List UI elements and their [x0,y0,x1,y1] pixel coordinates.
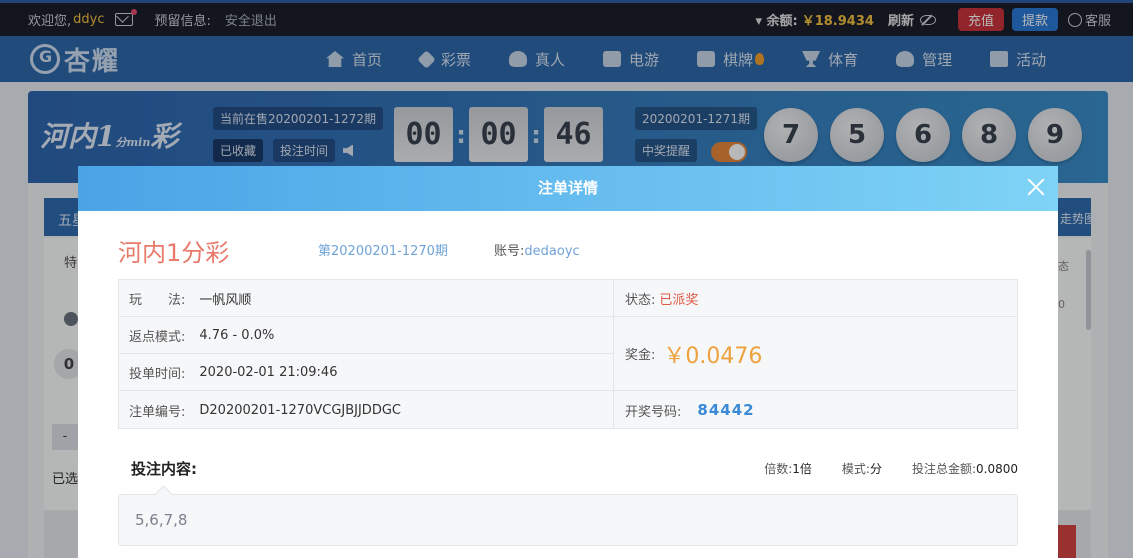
prize-value: ￥0.0476 [663,343,763,369]
time-label: 投单时间: [129,366,186,382]
bet-meta: 倍数:1倍 模式:分 投注总金额:0.0800 [734,460,1018,477]
prize-row: 奖金: ￥0.0476 [625,317,762,390]
bet-content-box: 5,6,7,8 [118,494,1018,546]
bet-content-label: 投注内容: [131,460,197,478]
play-row: 玩 法: 一帆风顺 [129,280,251,316]
multiple-value: 1倍 [792,462,812,476]
draw-value: 84442 [697,401,755,419]
draw-label: 开奖号码: [625,404,682,420]
order-value[interactable]: D20200201-1270VCGJBJJDDGC [199,403,401,418]
total-value: 0.0800 [976,462,1018,476]
order-row: 注单编号: D20200201-1270VCGJBJJDDGC [129,391,401,429]
play-value: 一帆风顺 [199,292,252,308]
account-value: dedaoyc [524,244,580,259]
draw-row: 开奖号码: 84442 [625,391,755,429]
game-name: 河内1分彩 [118,239,230,267]
prize-label: 奖金: [625,348,656,363]
modal-header: 注单详情 [78,166,1058,211]
bet-detail-modal: 注单详情 河内1分彩 第20200201-1270期 账号:dedaoyc 玩 … [78,166,1058,558]
close-icon[interactable] [1026,177,1046,197]
rebate-value: 4.76 - 0.0% [199,327,275,343]
total-info: 投注总金额:0.0800 [912,460,1018,477]
total-label: 投注总金额: [911,462,976,476]
status-row: 状态: 已派奖 [625,280,698,316]
mode-value: 分 [869,462,882,476]
mode-info: 模式:分 [842,460,882,477]
multiple-label: 倍数: [764,462,793,476]
play-label: 玩 法: [129,292,186,308]
status-value: 已派奖 [659,292,699,308]
rebate-row: 返点模式: 4.76 - 0.0% [129,317,274,353]
time-row: 投单时间: 2020-02-01 21:09:46 [129,354,337,390]
bet-period: 第20200201-1270期 [318,244,448,259]
multiple-info: 倍数:1倍 [764,460,812,477]
account-info: 账号:dedaoyc [494,240,580,259]
modal-title: 注单详情 [537,179,598,197]
detail-grid: 玩 法: 一帆风顺 返点模式: 4.76 - 0.0% 投单时间: 2020-02-0… [118,279,1018,429]
grid-divider [613,280,614,428]
account-label: 账号: [494,244,525,259]
rebate-label: 返点模式: [129,329,186,345]
order-label: 注单编号: [129,404,186,420]
time-value: 2020-02-01 21:09:46 [199,364,338,380]
bet-content-value: 5,6,7,8 [135,511,188,529]
mode-label: 模式: [841,462,870,476]
status-label: 状态: [625,292,656,308]
